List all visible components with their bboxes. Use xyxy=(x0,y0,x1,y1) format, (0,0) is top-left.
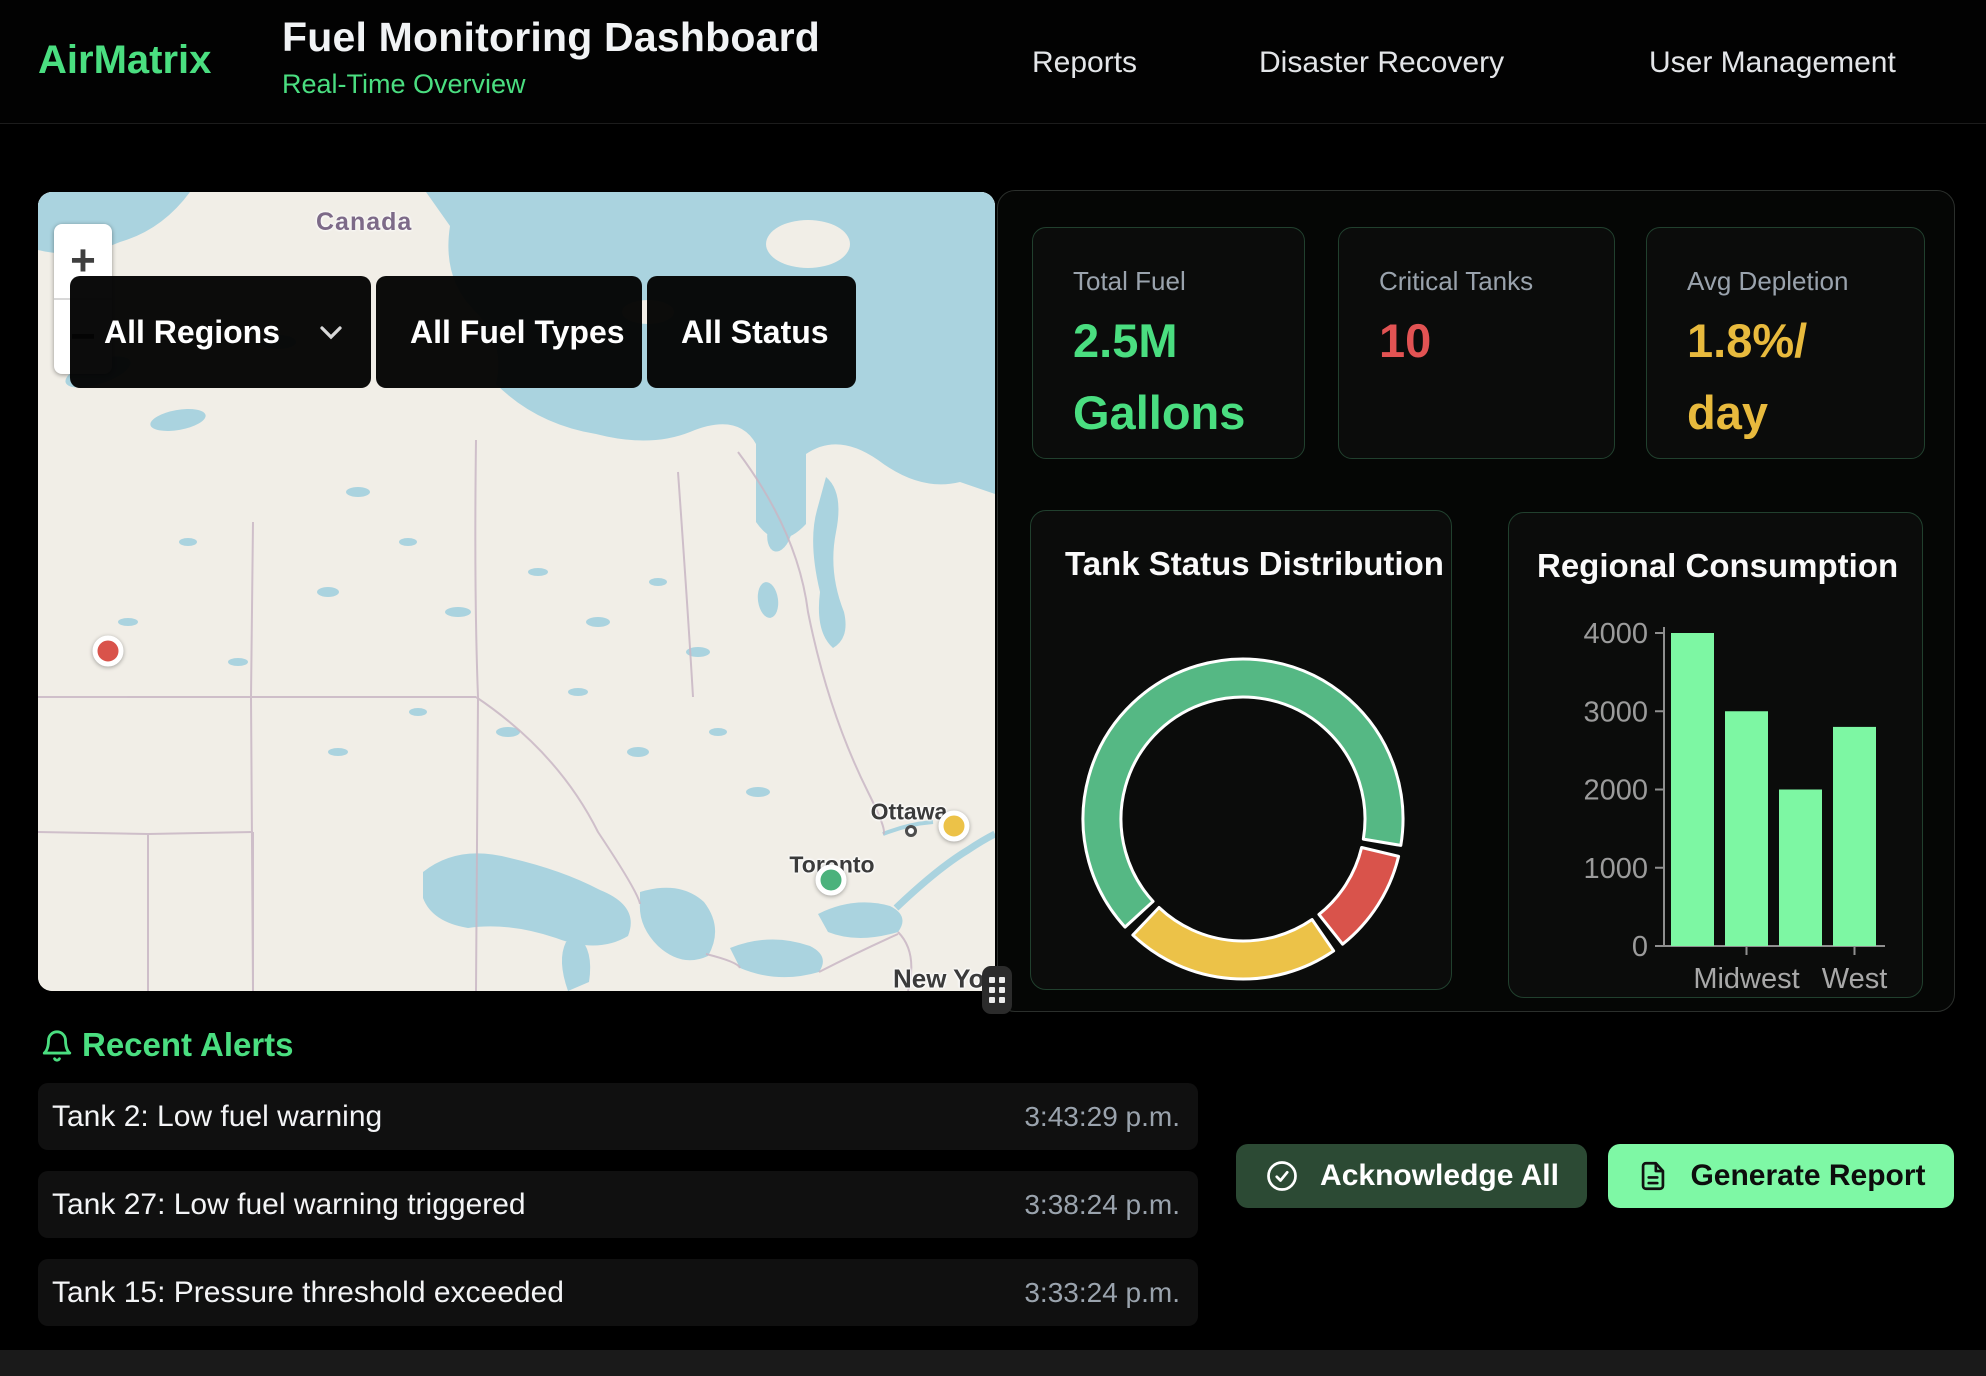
footer-bar xyxy=(0,1350,1986,1376)
bar-region-0 xyxy=(1671,633,1714,946)
alert-row: Tank 27: Low fuel warning triggered 3:38… xyxy=(38,1171,1198,1238)
tank-marker-normal[interactable] xyxy=(816,865,847,896)
map-resize-handle[interactable] xyxy=(982,966,1012,1014)
alert-row: Tank 2: Low fuel warning 3:43:29 p.m. xyxy=(38,1083,1198,1150)
map-city-dot xyxy=(905,825,917,837)
y-axis-tick-label: 1000 xyxy=(1583,853,1648,885)
stat-card-critical-tanks: Critical Tanks 10 xyxy=(1338,227,1615,459)
alert-message: Tank 15: Pressure threshold exceeded xyxy=(52,1276,564,1310)
nav-reports[interactable]: Reports xyxy=(1032,46,1137,80)
bell-icon xyxy=(40,1027,74,1065)
alert-message: Tank 2: Low fuel warning xyxy=(52,1100,382,1134)
y-axis-tick-label: 0 xyxy=(1632,931,1648,963)
title-block: Fuel Monitoring Dashboard Real-Time Over… xyxy=(282,14,820,100)
regional-consumption-card: Regional Consumption 0 1000 2000 3000 4000 Mi… xyxy=(1508,512,1923,998)
nav-user-management[interactable]: User Management xyxy=(1649,46,1896,80)
page-title: Fuel Monitoring Dashboard xyxy=(282,14,820,61)
tank-status-distribution-card: Tank Status Distribution xyxy=(1030,510,1452,990)
region-filter-dropdown[interactable]: All Regions xyxy=(70,276,371,388)
alert-timestamp: 3:43:29 p.m. xyxy=(1024,1101,1180,1133)
status-filter-dropdown[interactable]: All Status xyxy=(647,276,856,388)
tank-marker-warning[interactable] xyxy=(939,811,970,842)
bar-region-3 xyxy=(1833,727,1876,946)
header: AirMatrix Fuel Monitoring Dashboard Real… xyxy=(0,0,1986,124)
bar-region-1 xyxy=(1725,711,1768,946)
recent-alerts-heading: Recent Alerts xyxy=(82,1026,294,1064)
stat-value: 10 xyxy=(1379,305,1574,377)
donut-chart-title: Tank Status Distribution xyxy=(1065,545,1444,583)
regional-consumption-bar-chart: 0 1000 2000 3000 4000 Midwest West xyxy=(1509,513,1924,999)
bar-region-2 xyxy=(1779,790,1822,947)
doughnut-segment-warning xyxy=(1133,907,1334,979)
region-filter-value: All Regions xyxy=(104,314,280,351)
tank-status-doughnut-chart xyxy=(1031,511,1453,991)
stat-value: 2.5MGallons xyxy=(1073,305,1264,449)
check-circle-icon xyxy=(1264,1158,1300,1194)
stat-label: Total Fuel xyxy=(1073,266,1264,297)
brand-logo[interactable]: AirMatrix xyxy=(38,38,211,83)
doughnut-segment-critical xyxy=(1319,847,1399,944)
y-axis-tick-label: 3000 xyxy=(1583,696,1648,728)
tank-marker-critical[interactable] xyxy=(93,636,124,667)
map-city-label: New York xyxy=(893,964,995,992)
stat-label: Avg Depletion xyxy=(1687,266,1884,297)
alert-timestamp: 3:33:24 p.m. xyxy=(1024,1277,1180,1309)
chevron-down-icon xyxy=(319,325,343,340)
map-country-label: Canada xyxy=(316,208,412,237)
stat-card-total-fuel: Total Fuel 2.5MGallons xyxy=(1032,227,1305,459)
map[interactable]: Canada OttawaTorontoNew York + − All Reg… xyxy=(38,192,995,991)
status-filter-value: All Status xyxy=(681,314,829,351)
x-axis-tick-label: West xyxy=(1822,963,1888,995)
acknowledge-all-label: Acknowledge All xyxy=(1320,1159,1559,1193)
acknowledge-all-button[interactable]: Acknowledge All xyxy=(1236,1144,1587,1208)
nav-disaster-recovery[interactable]: Disaster Recovery xyxy=(1259,46,1504,80)
stat-label: Critical Tanks xyxy=(1379,266,1574,297)
alert-timestamp: 3:38:24 p.m. xyxy=(1024,1189,1180,1221)
report-document-icon xyxy=(1636,1159,1670,1193)
x-axis-tick-label: Midwest xyxy=(1693,963,1799,995)
y-axis-tick-label: 4000 xyxy=(1583,618,1648,650)
y-axis-tick-label: 2000 xyxy=(1583,775,1648,807)
bar-chart-title: Regional Consumption xyxy=(1537,547,1898,585)
generate-report-label: Generate Report xyxy=(1690,1159,1925,1193)
fuel-type-filter-dropdown[interactable]: All Fuel Types xyxy=(376,276,642,388)
fuel-monitoring-dashboard: AirMatrix Fuel Monitoring Dashboard Real… xyxy=(0,0,1986,1376)
generate-report-button[interactable]: Generate Report xyxy=(1608,1144,1954,1208)
stat-card-avg-depletion: Avg Depletion 1.8%/day xyxy=(1646,227,1925,459)
stat-value: 1.8%/day xyxy=(1687,305,1884,449)
alert-row: Tank 15: Pressure threshold exceeded 3:3… xyxy=(38,1259,1198,1326)
alert-message: Tank 27: Low fuel warning triggered xyxy=(52,1188,526,1222)
page-subtitle: Real-Time Overview xyxy=(282,69,820,100)
map-filter-bar: All Regions All Fuel Types All Status xyxy=(70,276,856,388)
fuel-type-filter-value: All Fuel Types xyxy=(410,314,625,351)
map-city-label: Ottawa xyxy=(871,799,948,826)
